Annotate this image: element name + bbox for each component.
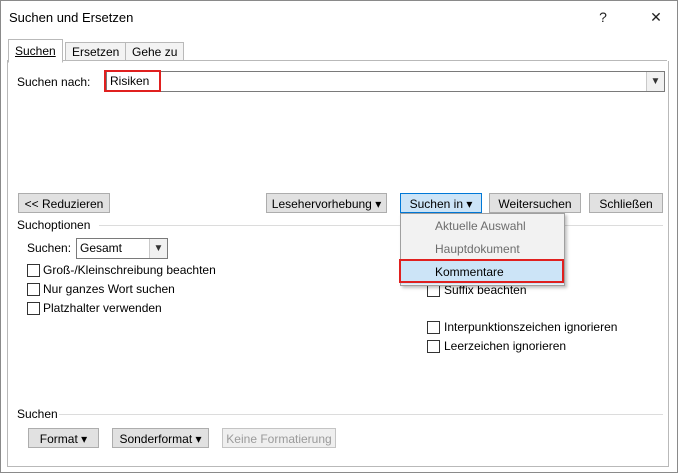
direction-label: Suchen: [27,241,72,255]
close-button[interactable]: Schließen [589,193,663,213]
case-sensitive-label: Groß-/Kleinschreibung beachten [43,263,216,277]
format-divider [59,414,663,415]
menu-item-comments[interactable]: Kommentare [401,261,564,284]
search-input[interactable]: Risiken ▼ [106,71,665,92]
case-sensitive-checkbox[interactable] [27,264,40,277]
format-label: Format [39,432,78,446]
punctuation-checkbox[interactable] [427,321,440,334]
tab-suchen[interactable]: Suchen [8,39,63,63]
punctuation-label: Interpunktionszeichen ignorieren [444,320,618,334]
search-in-label: Suchen in [409,197,463,211]
whole-word-checkbox[interactable] [27,283,40,296]
close-icon[interactable]: ✕ [642,4,670,30]
find-next-button[interactable]: Weitersuchen [489,193,581,213]
format-section-title: Suchen [17,407,58,421]
whitespace-label: Leerzeichen ignorieren [444,339,567,353]
wildcards-checkbox[interactable] [27,302,40,315]
chevron-down-icon[interactable]: ▼ [149,239,167,258]
options-divider [99,225,663,226]
search-label: Suchen nach: [17,75,91,89]
menu-item-main-document[interactable]: Hauptdokument [401,238,564,261]
search-input-value: Risiken [110,74,150,88]
special-format-button[interactable]: Sonderformat ▾ [112,428,209,448]
tab-label: Suchen [15,44,56,58]
no-formatting-button: Keine Formatierung [222,428,336,448]
search-in-menu: Aktuelle Auswahl Hauptdokument Kommentar… [400,213,565,286]
whitespace-checkbox[interactable] [427,340,440,353]
find-replace-dialog: Suchen und Ersetzen ? ✕ Suchen Ersetzen … [0,0,678,473]
reduce-button[interactable]: << Reduzieren [18,193,110,213]
window-title: Suchen und Ersetzen [9,10,134,25]
direction-value: Gesamt [80,241,123,255]
help-icon[interactable]: ? [589,4,617,30]
tab-gehe-zu[interactable]: Gehe zu [125,42,185,61]
reading-highlight-label: Lesehervorhebung [271,197,372,211]
wildcards-label: Platzhalter verwenden [43,301,162,315]
search-in-button[interactable]: Suchen in ▾ [400,193,482,213]
direction-select[interactable]: Gesamt ▼ [76,238,168,259]
dropdown-arrow-icon: ▾ [375,197,382,211]
dropdown-arrow-icon: ▾ [195,432,202,446]
dropdown-arrow-icon: ▾ [81,432,88,446]
dropdown-arrow-icon: ▾ [466,197,473,211]
chevron-down-icon[interactable]: ▼ [646,72,664,91]
special-format-label: Sonderformat [119,432,193,446]
whole-word-label: Nur ganzes Wort suchen [43,282,175,296]
tab-ersetzen[interactable]: Ersetzen [65,42,127,61]
format-button[interactable]: Format ▾ [28,428,99,448]
search-options-title: Suchoptionen [17,218,91,232]
reading-highlight-button[interactable]: Lesehervorhebung ▾ [266,193,387,213]
menu-item-current-selection[interactable]: Aktuelle Auswahl [401,215,564,238]
